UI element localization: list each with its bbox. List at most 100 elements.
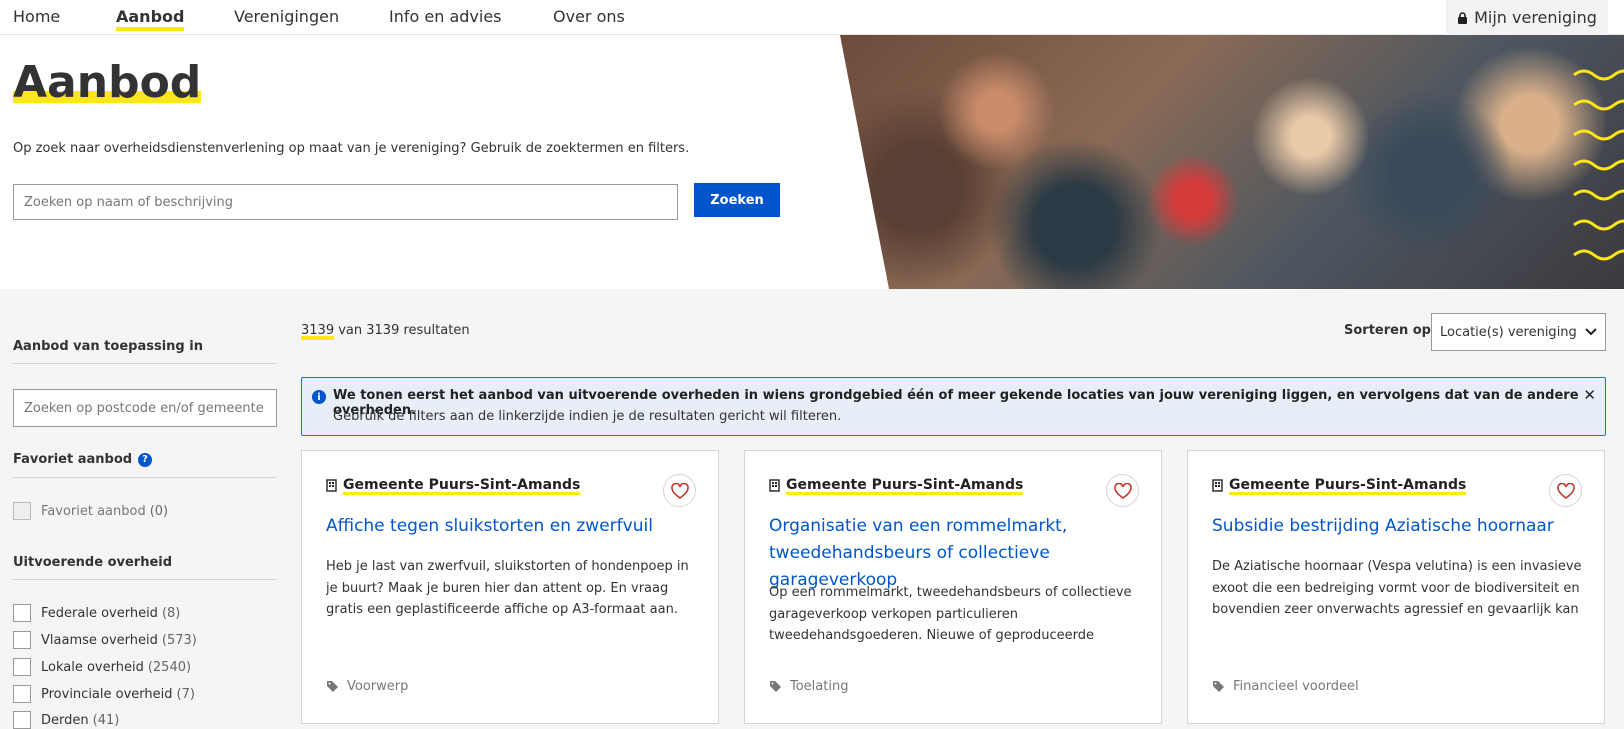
card-tag-label: Financieel voordeel [1233,679,1359,694]
chevron-down-icon [1585,328,1597,336]
checkbox[interactable] [13,631,31,649]
heart-icon [1556,482,1575,499]
favorite-filter-count: (0) [149,503,169,519]
favorite-filter[interactable]: Favoriet aanbod (0) [13,502,168,520]
filter-lokale-overheid[interactable]: Lokale overheid (2540) [13,658,191,676]
nav-home[interactable]: Home [13,7,60,26]
filter-federale-overheid[interactable]: Federale overheid (8) [13,604,180,622]
building-icon [326,478,337,492]
offer-card[interactable]: Gemeente Puurs-Sint-Amands Organisatie v… [744,450,1162,724]
offer-card[interactable]: Gemeente Puurs-Sint-Amands Subsidie best… [1187,450,1605,724]
tag-icon [1213,681,1224,692]
location-heading: Aanbod van toepassing in [13,339,203,354]
active-underline [116,27,185,31]
page-title: Aanbod [13,57,202,108]
search-input[interactable] [13,184,678,220]
checkbox[interactable] [13,604,31,622]
nav-info-en-advies[interactable]: Info en advies [389,7,502,26]
divider [13,579,277,580]
org-highlight [343,492,581,495]
org-highlight [786,492,1024,495]
lock-icon [1458,11,1468,24]
results-shown: 3139 [301,323,335,340]
card-organisation: Gemeente Puurs-Sint-Amands [326,477,581,495]
tag-icon [327,681,338,692]
org-highlight [1229,492,1467,495]
card-organisation: Gemeente Puurs-Sint-Amands [769,477,1024,495]
favorite-button[interactable] [1549,474,1582,507]
info-icon: i [312,390,326,404]
heart-icon [1113,482,1132,499]
results-count: 3139 van 3139 resultaten [301,323,470,340]
card-org-name-text: Gemeente Puurs-Sint-Amands [786,477,1024,493]
card-tag: Financieel voordeel [1212,679,1359,694]
sort-value: Locatie(s) vereniging [1440,324,1577,340]
nav-verenigingen[interactable]: Verenigingen [234,7,339,26]
building-icon [1212,478,1223,492]
decorative-squiggle [1573,69,1624,261]
card-description: Op een rommelmarkt, tweedehandsbeurs of … [769,585,1132,643]
postcode-search-input[interactable] [13,389,277,427]
search-button[interactable]: Zoeken [694,183,780,217]
card-tag-label: Voorwerp [347,679,409,694]
favorite-heading: Favoriet aanbod? [13,452,153,467]
filter-label: Lokale overheid [41,659,144,675]
info-banner: i We tonen eerst het aanbod van uitvoere… [301,377,1606,436]
card-description: De Aziatische hoornaar (Vespa velutina) … [1212,559,1582,617]
page-title-text: Aanbod [13,57,202,108]
sort-select[interactable]: Locatie(s) vereniging [1431,313,1606,351]
filter-label: Provinciale overheid [41,686,173,702]
heart-icon [670,482,689,499]
hero-section: Aanbod Op zoek naar overheidsdienstenver… [0,35,1624,289]
card-tag-label: Toelating [790,679,849,694]
card-tag: Toelating [769,679,848,694]
checkbox[interactable] [13,502,31,520]
close-icon[interactable]: ✕ [1583,386,1596,404]
favorite-button[interactable] [663,474,696,507]
card-org-name: Gemeente Puurs-Sint-Amands [343,477,581,495]
divider [13,477,277,478]
nav-aanbod-label: Aanbod [116,7,185,26]
card-title[interactable]: Subsidie bestrijding Aziatische hoornaar [1212,513,1582,540]
sort-label: Sorteren op [1344,323,1431,338]
filter-label: Federale overheid [41,605,158,621]
mijn-vereniging-button[interactable]: Mijn vereniging [1446,0,1608,35]
building-icon [769,478,780,492]
favorite-button[interactable] [1106,474,1139,507]
card-organisation: Gemeente Puurs-Sint-Amands [1212,477,1467,495]
checkbox[interactable] [13,658,31,676]
favorite-filter-label: Favoriet aanbod [41,503,146,519]
top-navigation: Home Aanbod Verenigingen Info en advies … [0,0,1624,35]
filter-derden[interactable]: Derden (41) [13,711,119,729]
filter-provinciale-overheid[interactable]: Provinciale overheid (7) [13,685,195,703]
divider [13,363,277,364]
checkbox[interactable] [13,685,31,703]
filter-count: (2540) [147,659,192,675]
favorite-heading-label: Favoriet aanbod [13,452,133,467]
card-org-name: Gemeente Puurs-Sint-Amands [786,477,1024,495]
nav-over-ons[interactable]: Over ons [553,7,625,26]
card-title[interactable]: Affiche tegen sluikstorten en zwerfvuil [326,513,696,540]
help-icon[interactable]: ? [138,452,153,467]
card-org-name-text: Gemeente Puurs-Sint-Amands [1229,477,1467,493]
tag-icon [770,681,781,692]
card-tag: Voorwerp [326,679,408,694]
hero-image [840,35,1624,289]
offer-card[interactable]: Gemeente Puurs-Sint-Amands Affiche tegen… [301,450,719,724]
filter-label: Derden [41,712,89,728]
filter-count: (41) [92,712,120,728]
nav-aanbod[interactable]: Aanbod [116,7,185,31]
card-org-name-text: Gemeente Puurs-Sint-Amands [343,477,581,493]
filter-count: (573) [161,632,197,648]
filter-label: Vlaamse overheid [41,632,158,648]
filter-count: (8) [161,605,181,621]
results-highlight [301,336,335,340]
gov-heading: Uitvoerende overheid [13,555,173,570]
info-line-2: Gebruik de filters aan de linkerzijde in… [333,409,842,424]
filter-vlaamse-overheid[interactable]: Vlaamse overheid (573) [13,631,197,649]
card-org-name: Gemeente Puurs-Sint-Amands [1229,477,1467,495]
checkbox[interactable] [13,711,31,729]
filter-count: (7) [176,686,195,702]
card-description: Heb je last van zwerfvuil, sluikstorten … [326,559,689,617]
hero-intro: Op zoek naar overheidsdienstenverlening … [13,141,690,156]
